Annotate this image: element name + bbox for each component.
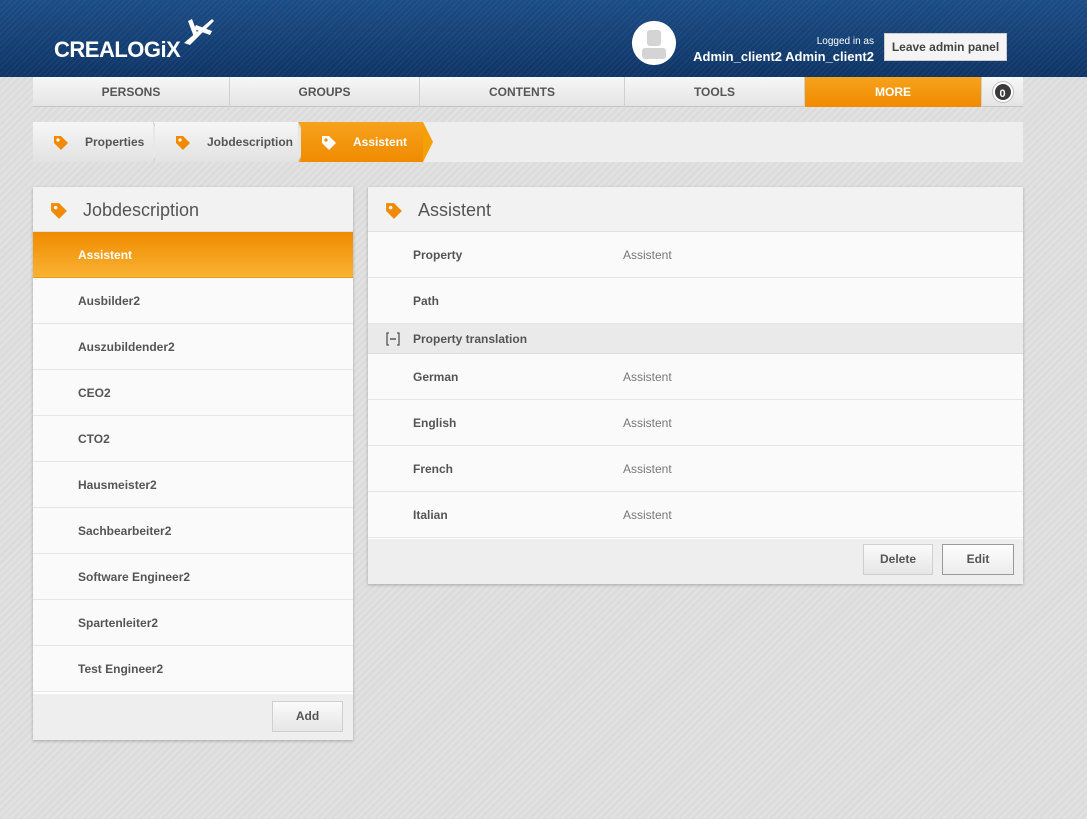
crealogix-logo: CREALOGiX (54, 37, 181, 62)
breadcrumb-label: Jobdescription (207, 135, 294, 149)
translation-value: Assistent (623, 416, 672, 430)
property-value: Assistent (623, 248, 672, 262)
logged-in-label: Logged in as (816, 36, 874, 47)
list-item[interactable]: Sachbearbeiter2 (33, 508, 353, 554)
list-item[interactable]: Spartenleiter2 (33, 600, 353, 646)
nav-tab-more[interactable]: MORE (804, 77, 981, 107)
notification-badge[interactable]: 0 (992, 82, 1013, 102)
panel-header: Assistent (368, 187, 1023, 232)
property-detail-panel: Assistent Property Assistent Path Proper… (368, 187, 1023, 584)
leave-admin-panel-button[interactable]: Leave admin panel (884, 33, 1007, 61)
tag-icon (176, 136, 190, 150)
translation-row: French Assistent (368, 446, 1023, 492)
section-label: Property translation (413, 332, 528, 346)
nav-tab-tools[interactable]: TOOLS (624, 77, 804, 107)
tag-icon (54, 136, 68, 150)
panel-title: Assistent (418, 200, 492, 220)
breadcrumb-properties[interactable]: Properties (33, 122, 155, 162)
delete-button[interactable]: Delete (863, 544, 933, 575)
app-header: CREALOGiX Logged in as Admin_client2 Adm… (0, 0, 1087, 77)
tag-icon (51, 203, 67, 219)
jobdescription-panel: Jobdescription Assistent Ausbilder2 Ausz… (33, 187, 353, 740)
breadcrumb-label: Assistent (353, 135, 408, 149)
translation-value: Assistent (623, 370, 672, 384)
translation-value: Assistent (623, 462, 672, 476)
user-name: Admin_client2 Admin_client2 (693, 49, 874, 64)
nav-tab-contents[interactable]: CONTENTS (419, 77, 624, 107)
breadcrumb: Properties Jobdescription Assistent (33, 122, 1023, 162)
main-nav: PERSONS GROUPS CONTENTS TOOLS MORE 0 (33, 77, 1023, 107)
breadcrumb-jobdescription[interactable]: Jobdescription (155, 122, 301, 162)
translation-row: Italian Assistent (368, 492, 1023, 538)
nav-tab-persons[interactable]: PERSONS (33, 77, 229, 107)
breadcrumb-separator (423, 122, 433, 162)
add-button[interactable]: Add (272, 701, 343, 732)
tag-icon (322, 136, 336, 150)
list-item[interactable]: CTO2 (33, 416, 353, 462)
property-label: Property (413, 248, 463, 262)
list-item[interactable]: Hausmeister2 (33, 462, 353, 508)
list-item[interactable]: Test Engineer2 (33, 646, 353, 692)
edit-button[interactable]: Edit (942, 544, 1014, 575)
list-item[interactable]: Ausbilder2 (33, 278, 353, 324)
breadcrumb-assistent[interactable]: Assistent (301, 122, 423, 162)
translation-value: Assistent (623, 508, 672, 522)
notification-area[interactable]: 0 (981, 77, 1023, 107)
plane-icon (184, 19, 214, 45)
panel-footer: Add (33, 694, 353, 740)
breadcrumb-label: Properties (85, 135, 145, 149)
tag-icon (386, 203, 402, 219)
collapse-icon[interactable] (385, 332, 401, 346)
path-row: Path (368, 278, 1023, 324)
property-row: Property Assistent (368, 232, 1023, 278)
list-item[interactable]: CEO2 (33, 370, 353, 416)
panel-header: Jobdescription (33, 187, 353, 232)
list-item[interactable]: Software Engineer2 (33, 554, 353, 600)
list-item[interactable]: Assistent (33, 232, 353, 278)
translation-label: German (413, 370, 459, 384)
list-item[interactable]: Auszubildender2 (33, 324, 353, 370)
property-translation-section[interactable]: Property translation (368, 324, 1023, 354)
translation-label: English (413, 416, 457, 430)
person-icon (632, 21, 676, 65)
translation-row: German Assistent (368, 354, 1023, 400)
translation-label: French (413, 462, 454, 476)
translation-row: English Assistent (368, 400, 1023, 446)
user-avatar[interactable] (632, 21, 676, 65)
path-label: Path (413, 294, 440, 308)
nav-tab-groups[interactable]: GROUPS (229, 77, 419, 107)
panel-title: Jobdescription (83, 200, 200, 220)
translation-label: Italian (413, 508, 448, 522)
